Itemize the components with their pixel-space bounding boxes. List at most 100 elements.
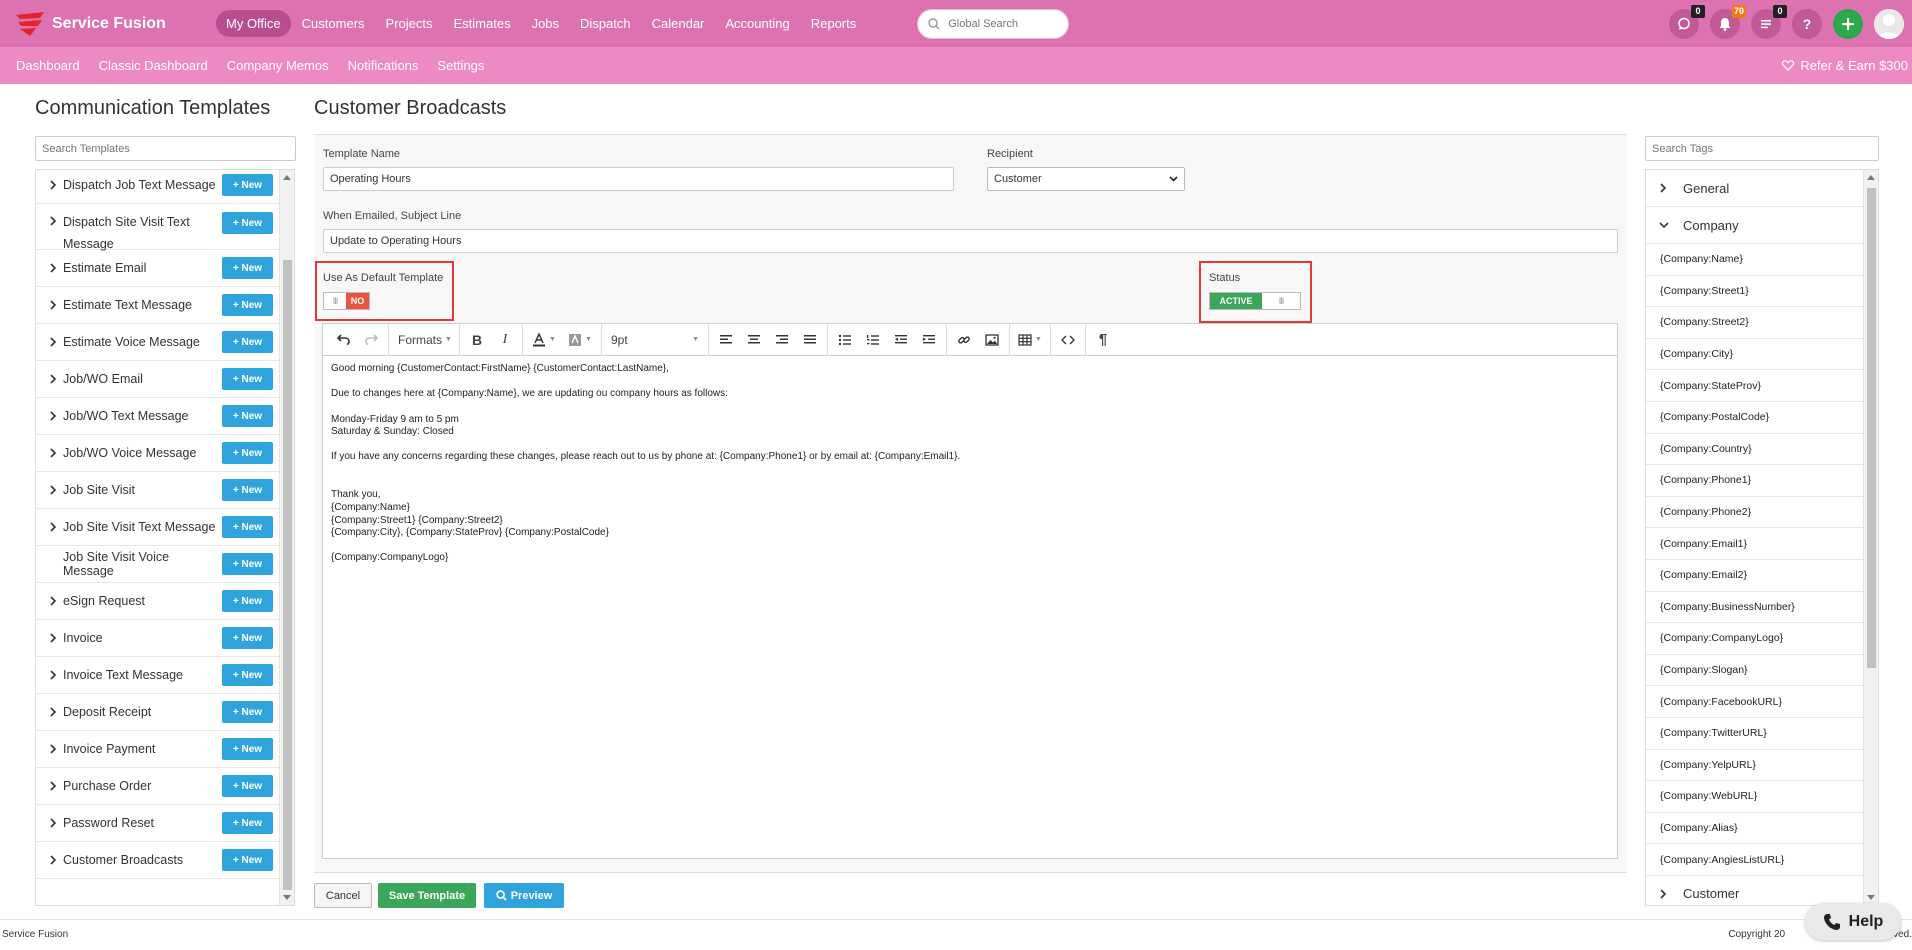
template-item[interactable]: Dispatch Job Text Message + New — [36, 170, 279, 204]
editor-content[interactable]: Good morning {CustomerContact:FirstName}… — [323, 356, 1617, 585]
tag-item[interactable]: {Company:Country} — [1646, 434, 1864, 466]
tag-item[interactable]: {Company:FacebookURL} — [1646, 686, 1864, 718]
new-template-button[interactable]: + New — [222, 701, 273, 723]
new-template-button[interactable]: + New — [222, 775, 273, 797]
chat-button[interactable]: 0 — [1669, 4, 1705, 39]
template-item[interactable]: Job/WO Email + New — [36, 361, 279, 398]
new-template-button[interactable]: + New — [222, 442, 273, 464]
nav-calendar[interactable]: Calendar — [642, 10, 715, 37]
logo[interactable]: Service Fusion — [14, 11, 214, 37]
tag-item[interactable]: {Company:StateProv} — [1646, 370, 1864, 402]
align-right-button[interactable] — [768, 324, 796, 356]
new-template-button[interactable]: + New — [222, 331, 273, 353]
nav-reports[interactable]: Reports — [801, 10, 867, 37]
indent-button[interactable] — [915, 324, 943, 356]
nav-projects[interactable]: Projects — [376, 10, 443, 37]
tag-item[interactable]: {Company:AngiesListURL} — [1646, 844, 1864, 876]
tag-list-scrollbar[interactable] — [1863, 170, 1878, 905]
template-item[interactable]: Password Reset + New — [36, 805, 279, 842]
nav-customers[interactable]: Customers — [292, 10, 375, 37]
tag-item[interactable]: {Company:CompanyLogo} — [1646, 623, 1864, 655]
template-item[interactable]: Job Site Visit + New — [36, 472, 279, 509]
template-item[interactable]: Invoice Payment + New — [36, 731, 279, 768]
subnav-notifications[interactable]: Notifications — [348, 58, 419, 73]
show-blocks-button[interactable]: ¶ — [1089, 324, 1117, 356]
template-item[interactable]: Job Site Visit Voice Message + New — [36, 546, 279, 583]
align-center-button[interactable] — [740, 324, 768, 356]
table-button[interactable]: ▼ — [1013, 324, 1047, 356]
scroll-thumb[interactable] — [1867, 188, 1876, 668]
template-item[interactable]: Job/WO Text Message + New — [36, 398, 279, 435]
tag-item[interactable]: {Company:YelpURL} — [1646, 750, 1864, 782]
align-justify-button[interactable] — [796, 324, 824, 356]
new-template-button[interactable]: + New — [222, 479, 273, 501]
template-item[interactable]: Customer Broadcasts + New — [36, 842, 279, 879]
help-button[interactable]: ? — [1792, 8, 1822, 39]
template-item[interactable]: Invoice Text Message + New — [36, 657, 279, 694]
new-template-button[interactable]: + New — [222, 294, 273, 316]
tag-item[interactable]: {Company:PostalCode} — [1646, 402, 1864, 434]
scroll-up-arrow-icon[interactable] — [1867, 175, 1875, 180]
scroll-down-arrow-icon[interactable] — [283, 895, 291, 900]
template-list-scrollbar[interactable] — [279, 170, 294, 905]
new-template-button[interactable]: + New — [222, 405, 273, 427]
new-template-button[interactable]: + New — [222, 174, 273, 196]
source-code-button[interactable] — [1054, 324, 1082, 356]
new-template-button[interactable]: + New — [222, 590, 273, 612]
save-template-button[interactable]: Save Template — [378, 883, 476, 908]
template-item[interactable]: Dispatch Site Visit Text Message + New — [36, 204, 279, 251]
tag-item[interactable]: {Company:BusinessNumber} — [1646, 592, 1864, 624]
preview-button[interactable]: Preview — [484, 883, 564, 908]
new-template-button[interactable]: + New — [222, 738, 273, 760]
template-item[interactable]: Purchase Order + New — [36, 768, 279, 805]
tag-group-company[interactable]: Company — [1646, 207, 1864, 244]
new-template-button[interactable]: + New — [222, 257, 273, 279]
template-item[interactable]: Deposit Receipt + New — [36, 694, 279, 731]
scroll-down-arrow-icon[interactable] — [1867, 895, 1875, 900]
template-item[interactable]: Invoice + New — [36, 620, 279, 657]
tag-item[interactable]: {Company:Email2} — [1646, 560, 1864, 592]
italic-button[interactable]: I — [491, 324, 519, 356]
tag-item[interactable]: {Company:Street2} — [1646, 307, 1864, 339]
nav-accounting[interactable]: Accounting — [715, 10, 799, 37]
template-item[interactable]: Estimate Text Message + New — [36, 287, 279, 324]
image-button[interactable] — [978, 324, 1006, 356]
tag-search-input[interactable] — [1645, 136, 1879, 161]
subnav-company-memos[interactable]: Company Memos — [227, 58, 329, 73]
template-item[interactable]: Estimate Voice Message + New — [36, 324, 279, 361]
global-search-input[interactable] — [946, 16, 1065, 31]
new-template-button[interactable]: + New — [222, 849, 273, 871]
add-button[interactable] — [1833, 8, 1863, 39]
recipient-select[interactable]: Customer — [987, 167, 1185, 191]
link-button[interactable] — [950, 324, 978, 356]
background-color-button[interactable]: ▼ — [562, 324, 598, 356]
template-item[interactable]: Job Site Visit Text Message + New — [36, 509, 279, 546]
nav-my-office[interactable]: My Office — [216, 10, 291, 37]
tag-item[interactable]: {Company:Phone1} — [1646, 465, 1864, 497]
tasks-button[interactable]: 0 — [1751, 4, 1787, 39]
new-template-button[interactable]: + New — [222, 516, 273, 538]
font-size-dropdown[interactable]: 9pt ▼ — [605, 324, 705, 356]
nav-jobs[interactable]: Jobs — [522, 10, 569, 37]
nav-estimates[interactable]: Estimates — [444, 10, 521, 37]
subnav-dashboard[interactable]: Dashboard — [16, 58, 80, 73]
new-template-button[interactable]: + New — [222, 627, 273, 649]
template-item[interactable]: Job/WO Voice Message + New — [36, 435, 279, 472]
tag-item[interactable]: {Company:TwitterURL} — [1646, 718, 1864, 750]
scroll-up-arrow-icon[interactable] — [283, 175, 291, 180]
help-widget-button[interactable]: Help — [1805, 903, 1901, 940]
redo-button[interactable] — [357, 324, 385, 356]
template-item[interactable]: eSign Request + New — [36, 583, 279, 620]
align-left-button[interactable] — [712, 324, 740, 356]
global-search[interactable] — [917, 8, 1070, 39]
outdent-button[interactable] — [887, 324, 915, 356]
nav-dispatch[interactable]: Dispatch — [570, 10, 641, 37]
new-template-button[interactable]: + New — [222, 664, 273, 686]
tag-item[interactable]: {Company:Slogan} — [1646, 655, 1864, 687]
tag-item[interactable]: {Company:Name} — [1646, 244, 1864, 276]
bold-button[interactable]: B — [463, 324, 491, 356]
undo-button[interactable] — [329, 324, 357, 356]
template-name-input[interactable] — [323, 167, 954, 191]
tag-item[interactable]: {Company:Phone2} — [1646, 497, 1864, 529]
tag-item[interactable]: {Company:Street1} — [1646, 276, 1864, 308]
